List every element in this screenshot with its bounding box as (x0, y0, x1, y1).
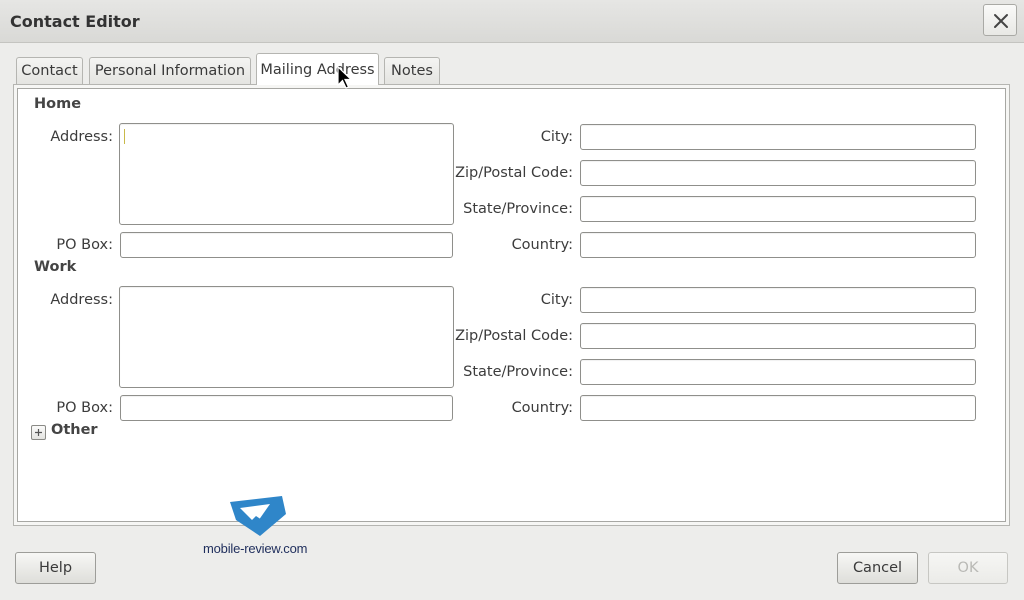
home-address-label: Address: (50, 129, 113, 145)
home-state-label: State/Province: (463, 201, 573, 217)
work-city-label: City: (540, 292, 573, 308)
close-button[interactable] (983, 4, 1017, 36)
title-bar: Contact Editor (0, 0, 1024, 43)
tab-mailing-address[interactable]: Mailing Address (256, 53, 379, 85)
help-button-label: Help (38, 560, 73, 576)
help-button[interactable]: Help (15, 552, 96, 584)
text-caret (124, 129, 125, 144)
tab-contact[interactable]: Contact (16, 57, 83, 84)
work-state-field[interactable] (580, 359, 976, 385)
home-po-box-field[interactable] (120, 232, 453, 258)
close-icon (994, 14, 1008, 28)
watermark-text: mobile-review.com (203, 541, 308, 556)
work-address-field[interactable] (119, 286, 454, 388)
home-zip-label: Zip/Postal Code: (455, 165, 573, 181)
mouse-pointer-icon (337, 66, 353, 89)
work-heading: Work (34, 259, 77, 275)
home-po-box-label: PO Box: (56, 237, 113, 253)
ok-button-label: OK (957, 560, 979, 576)
cancel-button-label: Cancel (852, 560, 903, 576)
ok-button[interactable]: OK (928, 552, 1008, 584)
work-po-box-field[interactable] (120, 395, 453, 421)
other-expander-button[interactable] (31, 425, 46, 440)
home-country-field[interactable] (580, 232, 976, 258)
work-state-label: State/Province: (463, 364, 573, 380)
work-address-label: Address: (50, 292, 113, 308)
work-country-field[interactable] (580, 395, 976, 421)
tab-mailing-address-label: Mailing Address (260, 62, 375, 78)
window-title: Contact Editor (10, 12, 140, 31)
tab-personal-information-label: Personal Information (94, 63, 246, 79)
cancel-button[interactable]: Cancel (837, 552, 918, 584)
home-city-field[interactable] (580, 124, 976, 150)
tab-notes[interactable]: Notes (384, 57, 440, 84)
work-zip-label: Zip/Postal Code: (455, 328, 573, 344)
home-city-label: City: (540, 129, 573, 145)
work-country-label: Country: (511, 400, 573, 416)
tab-personal-information[interactable]: Personal Information (89, 57, 251, 84)
tab-notes-label: Notes (391, 63, 433, 79)
home-country-label: Country: (511, 237, 573, 253)
plus-icon (35, 429, 42, 436)
tab-contact-label: Contact (21, 63, 78, 79)
home-state-field[interactable] (580, 196, 976, 222)
work-city-field[interactable] (580, 287, 976, 313)
other-heading[interactable]: Other (51, 422, 98, 438)
home-heading: Home (34, 96, 82, 112)
home-address-field[interactable] (119, 123, 454, 225)
work-zip-field[interactable] (580, 323, 976, 349)
home-zip-field[interactable] (580, 160, 976, 186)
work-po-box-label: PO Box: (56, 400, 113, 416)
